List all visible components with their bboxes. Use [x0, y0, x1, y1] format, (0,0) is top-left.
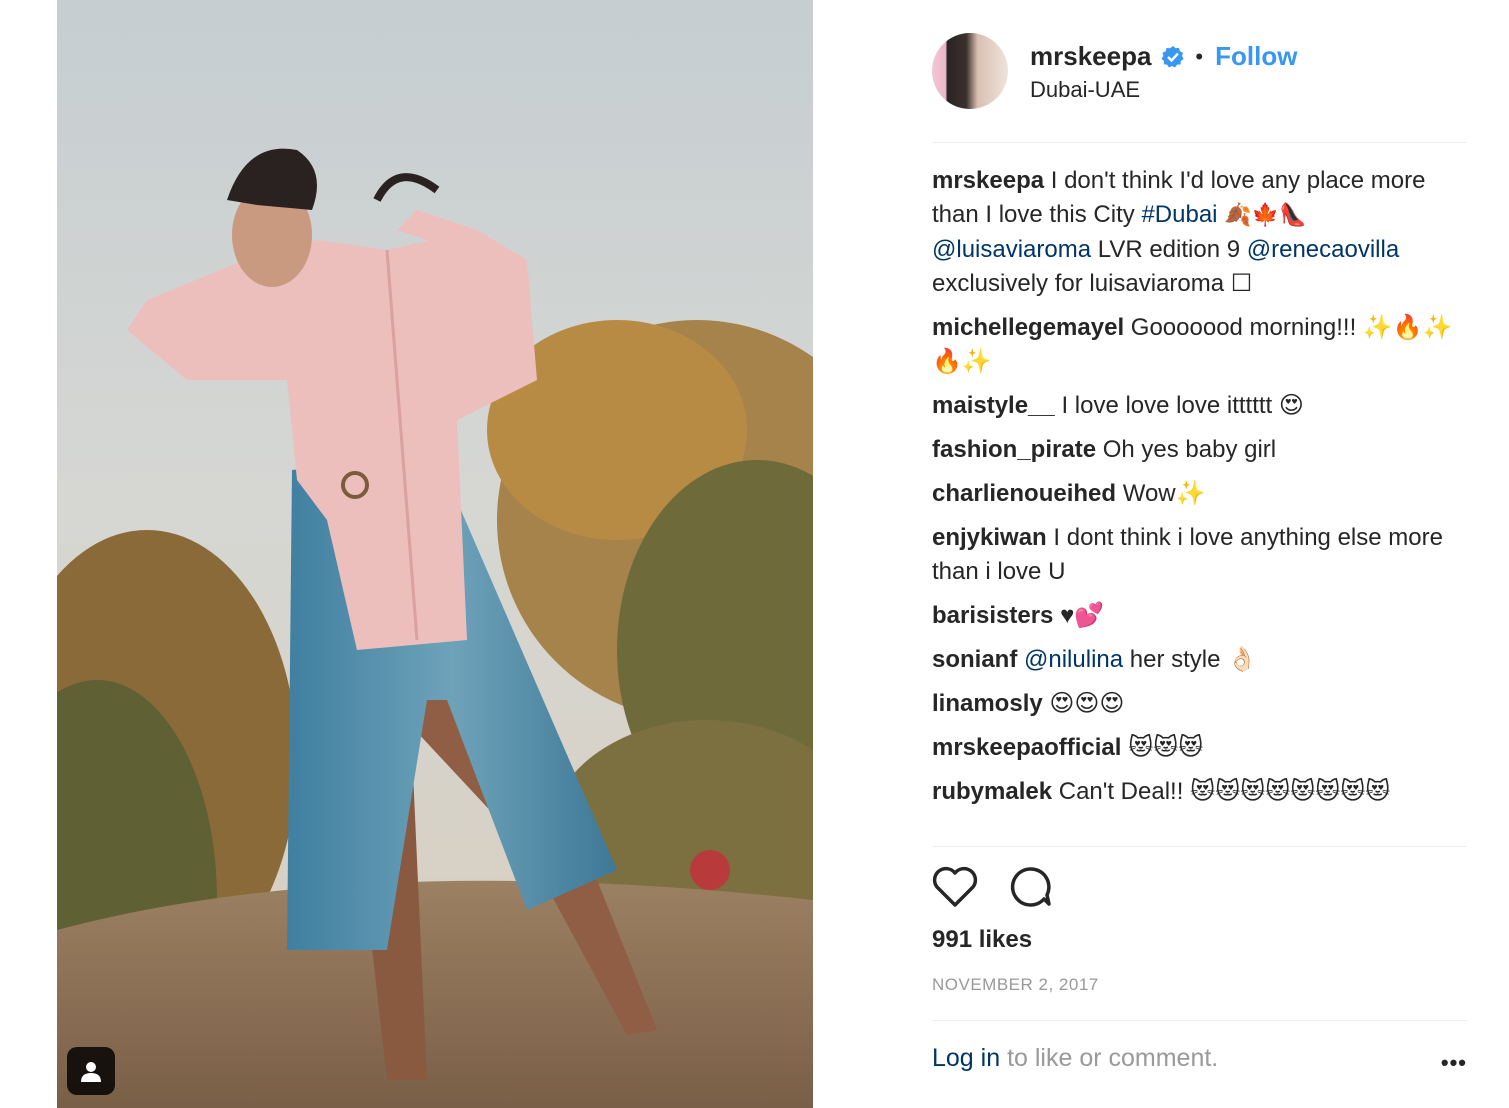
- comment-item: enjykiwan I dont think i love anything e…: [932, 521, 1467, 589]
- caption-hashtag[interactable]: #Dubai: [1141, 201, 1217, 228]
- comment-text: 😍😍😍: [1049, 690, 1125, 717]
- avatar[interactable]: [932, 33, 1008, 109]
- comment-text: Can't Deal!! 😻😻😻😻😻😻😻😻: [1058, 778, 1391, 805]
- comment-item: rubymalek Can't Deal!! 😻😻😻😻😻😻😻😻: [932, 775, 1467, 809]
- comment-bubble-icon[interactable]: [1008, 866, 1054, 908]
- comment-text: 😻😻😻: [1128, 734, 1204, 761]
- comments-divider: [932, 846, 1467, 847]
- verified-badge-icon: [1161, 45, 1185, 67]
- comment-username[interactable]: charlienoueihed: [932, 480, 1116, 507]
- login-prompt: Log in to like or comment.: [932, 1044, 1467, 1073]
- user-tag-icon: [81, 1062, 101, 1082]
- header-user-row: mrskeepa • Follow: [1030, 41, 1297, 72]
- comment-item: mrskeepaofficial 😻😻😻: [932, 731, 1467, 765]
- post-photo[interactable]: [57, 0, 813, 1108]
- comment-item: sonianf @nilulina her style 👌🏻: [932, 643, 1467, 677]
- post-side-panel: mrskeepa • Follow Dubai-UAE mrskeepa I d…: [932, 0, 1467, 1108]
- comment-item: fashion_pirate Oh yes baby girl: [932, 433, 1467, 467]
- comment-username[interactable]: michellegemayel: [932, 314, 1124, 341]
- comment-mention[interactable]: @nilulina: [1024, 646, 1123, 673]
- post-header: mrskeepa • Follow Dubai-UAE: [932, 33, 1467, 113]
- likes-count[interactable]: 991 likes: [932, 926, 1032, 954]
- caption-text-2: LVR edition 9: [1091, 236, 1247, 263]
- comment-text: ♥💕: [1060, 602, 1105, 629]
- login-link[interactable]: Log in: [932, 1044, 1000, 1072]
- comment-text: Oh yes baby girl: [1102, 436, 1277, 463]
- footer-divider: [932, 1020, 1467, 1021]
- caption-mention-1[interactable]: @luisaviaroma: [932, 236, 1091, 263]
- comment-username[interactable]: maistyle__: [932, 392, 1055, 419]
- caption-emojis: 🍂🍁👠: [1224, 203, 1307, 228]
- comment-text: her style 👌🏻: [1123, 646, 1258, 673]
- action-bar: [932, 866, 1054, 914]
- location-link[interactable]: Dubai-UAE: [1030, 77, 1140, 103]
- user-tag-button[interactable]: [67, 1047, 115, 1095]
- comment-text: I love love love itttttt 😍: [1061, 392, 1304, 419]
- comment-item: barisisters ♥💕: [932, 599, 1467, 633]
- header-separator: •: [1195, 43, 1204, 69]
- caption: mrskeepa I don't think I'd love any plac…: [932, 164, 1467, 301]
- follow-button[interactable]: Follow: [1215, 41, 1297, 72]
- comment-item: linamosly 😍😍😍: [932, 687, 1467, 721]
- comment-username[interactable]: mrskeepaofficial: [932, 734, 1121, 761]
- comment-item: michellegemayel Gooooood morning!!! ✨🔥✨🔥…: [932, 311, 1467, 379]
- comment-username[interactable]: fashion_pirate: [932, 436, 1096, 463]
- comment-username[interactable]: enjykiwan: [932, 524, 1047, 551]
- comments-list: mrskeepa I don't think I'd love any plac…: [932, 164, 1467, 819]
- comment-username[interactable]: barisisters: [932, 602, 1053, 629]
- more-options-icon[interactable]: •••: [1441, 1050, 1467, 1076]
- photo-illustration: [57, 0, 813, 1108]
- comment-item: maistyle__ I love love love itttttt 😍: [932, 389, 1467, 423]
- login-prompt-text: to like or comment.: [1000, 1044, 1219, 1072]
- caption-username[interactable]: mrskeepa: [932, 167, 1044, 194]
- comment-item: charlienoueihed Wow✨: [932, 477, 1467, 511]
- post-date[interactable]: NOVEMBER 2, 2017: [932, 975, 1099, 995]
- comment-username[interactable]: linamosly: [932, 690, 1043, 717]
- comment-username[interactable]: sonianf: [932, 646, 1017, 673]
- caption-mention-2[interactable]: @renecaovilla: [1247, 236, 1399, 263]
- caption-text-3: exclusively for luisaviaroma ☐: [932, 270, 1253, 297]
- header-divider: [932, 142, 1467, 143]
- comment-username[interactable]: rubymalek: [932, 778, 1052, 805]
- header-username[interactable]: mrskeepa: [1030, 41, 1151, 72]
- comment-text: Wow✨: [1122, 480, 1206, 507]
- heart-icon[interactable]: [932, 866, 978, 908]
